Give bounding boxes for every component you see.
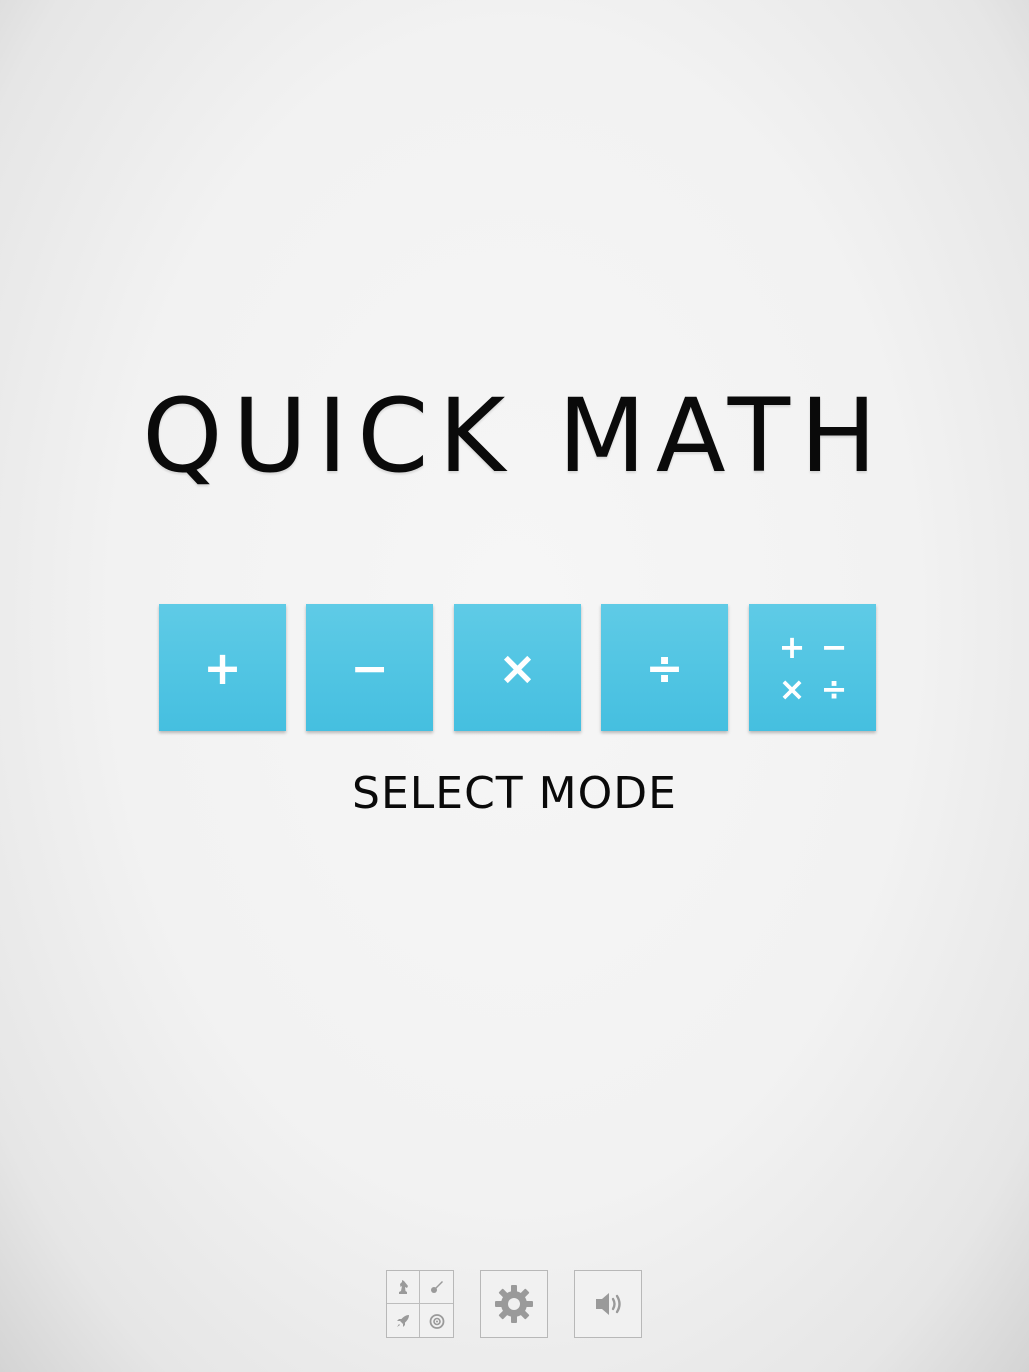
mode-selector: + − × ÷ + − × ÷ [159,604,877,731]
chess-knight-icon [387,1271,420,1304]
comet-icon [420,1271,453,1304]
game-title: QUICK MATH [142,377,887,496]
gear-icon [481,1271,547,1337]
settings-button[interactable] [480,1270,548,1338]
mixed-operations-icon: + − × ÷ [771,626,855,710]
minus-icon: − [350,640,389,695]
sound-button[interactable] [574,1270,642,1338]
divide-icon: ÷ [645,640,684,695]
divide-icon: ÷ [820,670,848,708]
rocket-icon [387,1304,420,1337]
achievements-icon [387,1271,453,1337]
minus-icon: − [820,628,848,666]
select-mode-label: SELECT MODE [352,768,677,819]
mode-multiplication-button[interactable]: × [454,604,581,731]
times-icon: × [778,670,806,708]
mode-mixed-button[interactable]: + − × ÷ [749,604,876,731]
target-icon [420,1304,453,1337]
plus-icon: + [203,640,242,695]
mode-subtraction-button[interactable]: − [306,604,433,731]
times-icon: × [498,640,537,695]
speaker-icon [575,1271,641,1337]
plus-icon: + [778,628,806,666]
achievements-button[interactable] [386,1270,454,1338]
mode-division-button[interactable]: ÷ [601,604,728,731]
mode-addition-button[interactable]: + [159,604,286,731]
